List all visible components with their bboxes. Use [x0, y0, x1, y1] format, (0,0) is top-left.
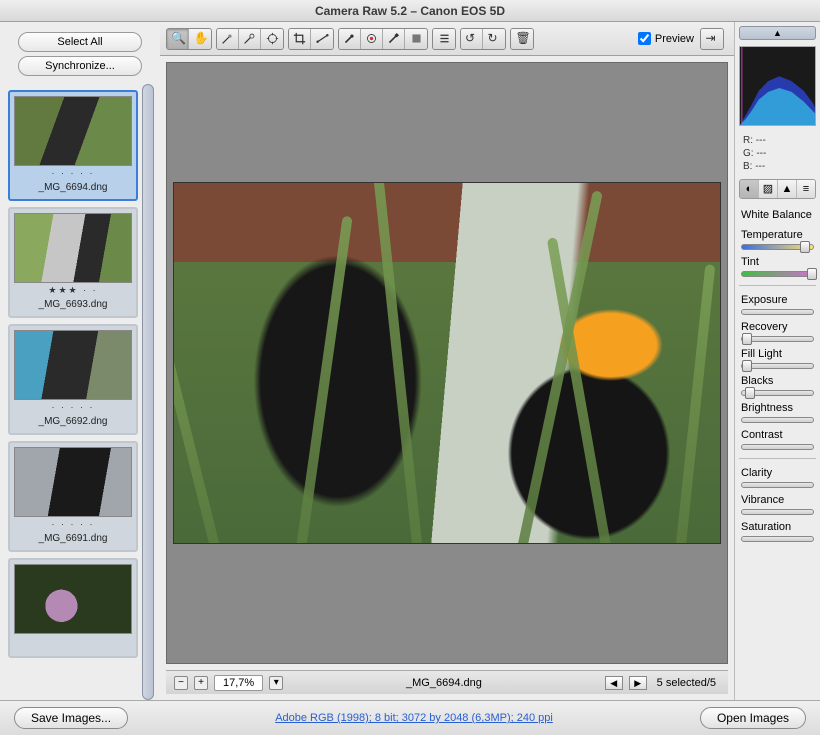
thumb-filename: _MG_6692.dng [14, 414, 132, 431]
tab-hsl[interactable]: ≡ [797, 180, 815, 198]
delete-button[interactable]: 🗑 [511, 29, 533, 49]
rgb-readout: R: --- G: --- B: --- [735, 130, 820, 177]
thumb-filename: _MG_6691.dng [14, 531, 132, 548]
adjustments-panel: ▲ R: --- G: --- B: --- ◐ ▨ ▲ ≡ White Bal… [734, 22, 820, 700]
zoom-out-button[interactable]: − [174, 676, 188, 690]
vibrance-slider[interactable] [741, 509, 814, 515]
zoom-in-button[interactable]: + [194, 676, 208, 690]
filmstrip-thumb[interactable]: · · · · ·_MG_6691.dng [8, 441, 138, 552]
targeted-adjust-tool[interactable] [261, 29, 283, 49]
window-titlebar: Camera Raw 5.2 – Canon EOS 5D [0, 0, 820, 22]
filmstrip-thumb[interactable]: ★★★ · ·_MG_6693.dng [8, 207, 138, 318]
panel-scroll-up[interactable]: ▲ [739, 26, 816, 40]
graduated-filter-tool[interactable] [405, 29, 427, 49]
saturation-label: Saturation [741, 521, 814, 533]
tint-label: Tint [741, 256, 814, 268]
selection-count: 5 selected/5 [653, 677, 720, 689]
thumb-image [14, 564, 132, 634]
saturation-slider[interactable] [741, 536, 814, 542]
tab-curve[interactable]: ▨ [759, 180, 778, 198]
window-title: Camera Raw 5.2 – Canon EOS 5D [315, 4, 505, 18]
filmstrip-scrollbar[interactable] [142, 84, 154, 700]
white-balance-label: White Balance [741, 205, 814, 223]
tab-basic[interactable]: ◐ [740, 180, 759, 198]
status-bar: − + 17,7% ▾ _MG_6694.dng ◀ ▶ 5 selected/… [166, 670, 728, 694]
zoom-level[interactable]: 17,7% [214, 675, 263, 691]
tint-slider[interactable] [741, 271, 814, 277]
thumb-image [14, 447, 132, 517]
clarity-label: Clarity [741, 467, 814, 479]
fullscreen-button[interactable]: ⇥ [701, 29, 723, 49]
thumb-rating: · · · · · [14, 402, 132, 414]
thumb-image [14, 330, 132, 400]
histogram[interactable] [739, 46, 816, 126]
zoom-tool[interactable]: 🔍 [167, 29, 189, 49]
exposure-label: Exposure [741, 294, 814, 306]
workflow-options-link[interactable]: Adobe RGB (1998); 8 bit; 3072 by 2048 (6… [138, 712, 690, 724]
status-filename: _MG_6694.dng [289, 677, 598, 689]
next-image-button[interactable]: ▶ [629, 676, 647, 690]
contrast-label: Contrast [741, 429, 814, 441]
adjustment-tabs: ◐ ▨ ▲ ≡ [739, 179, 816, 199]
filmstrip-thumb[interactable] [8, 558, 138, 658]
crop-tool[interactable] [289, 29, 311, 49]
thumb-rating: · · · · · [14, 519, 132, 531]
filmstrip-thumb[interactable]: · · · · ·_MG_6692.dng [8, 324, 138, 435]
preview-label: Preview [655, 33, 694, 45]
temperature-slider[interactable] [741, 244, 814, 250]
fill-light-label: Fill Light [741, 348, 814, 360]
brightness-label: Brightness [741, 402, 814, 414]
thumb-image [14, 213, 132, 283]
recovery-label: Recovery [741, 321, 814, 333]
save-images-button[interactable]: Save Images... [14, 707, 128, 729]
straighten-tool[interactable] [311, 29, 333, 49]
thumb-image [14, 96, 132, 166]
toolbar: 🔍 ✋ ↺ ↻ [160, 22, 734, 56]
recovery-slider[interactable] [741, 336, 814, 342]
rotate-ccw-button[interactable]: ↺ [461, 29, 483, 49]
preview-checkbox[interactable] [638, 32, 651, 45]
contrast-slider[interactable] [741, 444, 814, 450]
zoom-dropdown[interactable]: ▾ [269, 676, 283, 690]
brightness-slider[interactable] [741, 417, 814, 423]
thumb-filename: _MG_6694.dng [14, 180, 132, 197]
tab-detail[interactable]: ▲ [778, 180, 797, 198]
preview-canvas[interactable] [166, 62, 728, 664]
thumb-rating: · · · · · [14, 168, 132, 180]
filmstrip-thumb[interactable]: · · · · ·_MG_6694.dng [8, 90, 138, 201]
preview-panel: 🔍 ✋ ↺ ↻ [160, 22, 734, 700]
prev-image-button[interactable]: ◀ [605, 676, 623, 690]
thumb-rating: ★★★ · · [14, 285, 132, 297]
thumb-rating [14, 636, 132, 648]
open-images-button[interactable]: Open Images [700, 707, 806, 729]
preferences-tool[interactable] [433, 29, 455, 49]
hand-tool[interactable]: ✋ [189, 29, 211, 49]
filmstrip-panel: Select All Synchronize... · · · · ·_MG_6… [0, 22, 160, 700]
bottom-bar: Save Images... Adobe RGB (1998); 8 bit; … [0, 700, 820, 735]
vibrance-label: Vibrance [741, 494, 814, 506]
exposure-slider[interactable] [741, 309, 814, 315]
readout-g: G: --- [743, 147, 812, 160]
adjustment-brush-tool[interactable] [383, 29, 405, 49]
temperature-label: Temperature [741, 229, 814, 241]
readout-r: R: --- [743, 134, 812, 147]
thumb-filename: _MG_6693.dng [14, 297, 132, 314]
blacks-label: Blacks [741, 375, 814, 387]
preview-toggle[interactable]: Preview [638, 32, 694, 45]
blacks-slider[interactable] [741, 390, 814, 396]
spot-removal-tool[interactable] [339, 29, 361, 49]
synchronize-button[interactable]: Synchronize... [18, 56, 142, 76]
white-balance-tool[interactable] [217, 29, 239, 49]
readout-b: B: --- [743, 160, 812, 173]
select-all-button[interactable]: Select All [18, 32, 142, 52]
main-image [173, 182, 721, 544]
clarity-slider[interactable] [741, 482, 814, 488]
thumb-filename [14, 648, 132, 654]
red-eye-tool[interactable] [361, 29, 383, 49]
fill-light-slider[interactable] [741, 363, 814, 369]
color-sampler-tool[interactable] [239, 29, 261, 49]
rotate-cw-button[interactable]: ↻ [483, 29, 505, 49]
